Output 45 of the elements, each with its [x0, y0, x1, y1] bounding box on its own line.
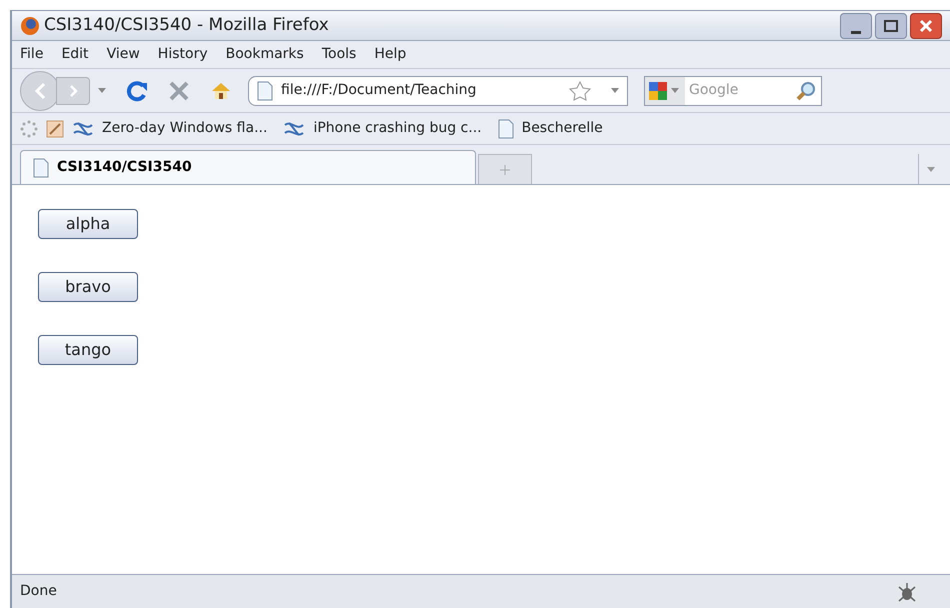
page-icon [257, 80, 273, 100]
stop-icon[interactable] [168, 80, 190, 102]
menu-item[interactable]: Bookmarks [226, 44, 304, 65]
engine-logo-icon [649, 80, 667, 102]
search-icon[interactable] [795, 80, 817, 102]
tab[interactable]: CSI3140/CSI3540 [20, 150, 476, 184]
forward-button[interactable] [56, 76, 90, 104]
address-bar[interactable]: file:///F:/Document/Teaching [248, 76, 628, 106]
menu-item[interactable]: Edit [61, 44, 89, 65]
search-field[interactable]: Google [689, 80, 789, 101]
star-icon[interactable] [569, 80, 591, 100]
loading-icon [20, 120, 38, 138]
page-button[interactable]: tango [38, 335, 138, 365]
menu-item[interactable]: Tools [322, 44, 356, 65]
dropdown-arrow-icon[interactable] [98, 88, 106, 93]
plus-icon [500, 164, 510, 174]
maximize-icon [884, 20, 898, 32]
menu-item[interactable]: History [158, 44, 208, 65]
menu-item[interactable]: Help [374, 44, 406, 65]
page-button[interactable]: bravo [38, 272, 138, 302]
bookmark-link[interactable]: Bescherelle [522, 118, 603, 139]
page-button[interactable]: alpha [38, 209, 138, 239]
bug-icon [896, 580, 918, 602]
page-icon [33, 158, 49, 178]
reload-icon[interactable] [126, 80, 148, 102]
status-text: Done [20, 582, 57, 601]
maximize-button[interactable] [875, 12, 907, 38]
dropdown-arrow-icon[interactable] [611, 88, 619, 93]
minimize-button[interactable] [840, 12, 872, 38]
search-engine-button[interactable] [645, 76, 685, 104]
address-text: file:///F:/Document/Teaching [281, 81, 476, 100]
menu-item[interactable]: View [106, 44, 140, 65]
close-button[interactable] [910, 12, 942, 38]
window-title: CSI3140/CSI3540 - Mozilla Firefox [44, 14, 329, 37]
bookmark-link[interactable]: iPhone crashing bug c... [313, 118, 482, 139]
page-icon [498, 118, 514, 138]
pencil-icon [46, 120, 64, 138]
minimize-icon [851, 30, 861, 34]
browser-logo-icon [20, 16, 40, 36]
close-icon [919, 18, 933, 32]
dropdown-arrow-icon [926, 166, 934, 172]
menu-item[interactable]: File [20, 44, 44, 65]
dropdown-arrow-icon [671, 88, 679, 93]
search-bar[interactable]: Google [644, 76, 822, 106]
bookmark-link[interactable]: Zero-day Windows fla... [102, 118, 268, 139]
